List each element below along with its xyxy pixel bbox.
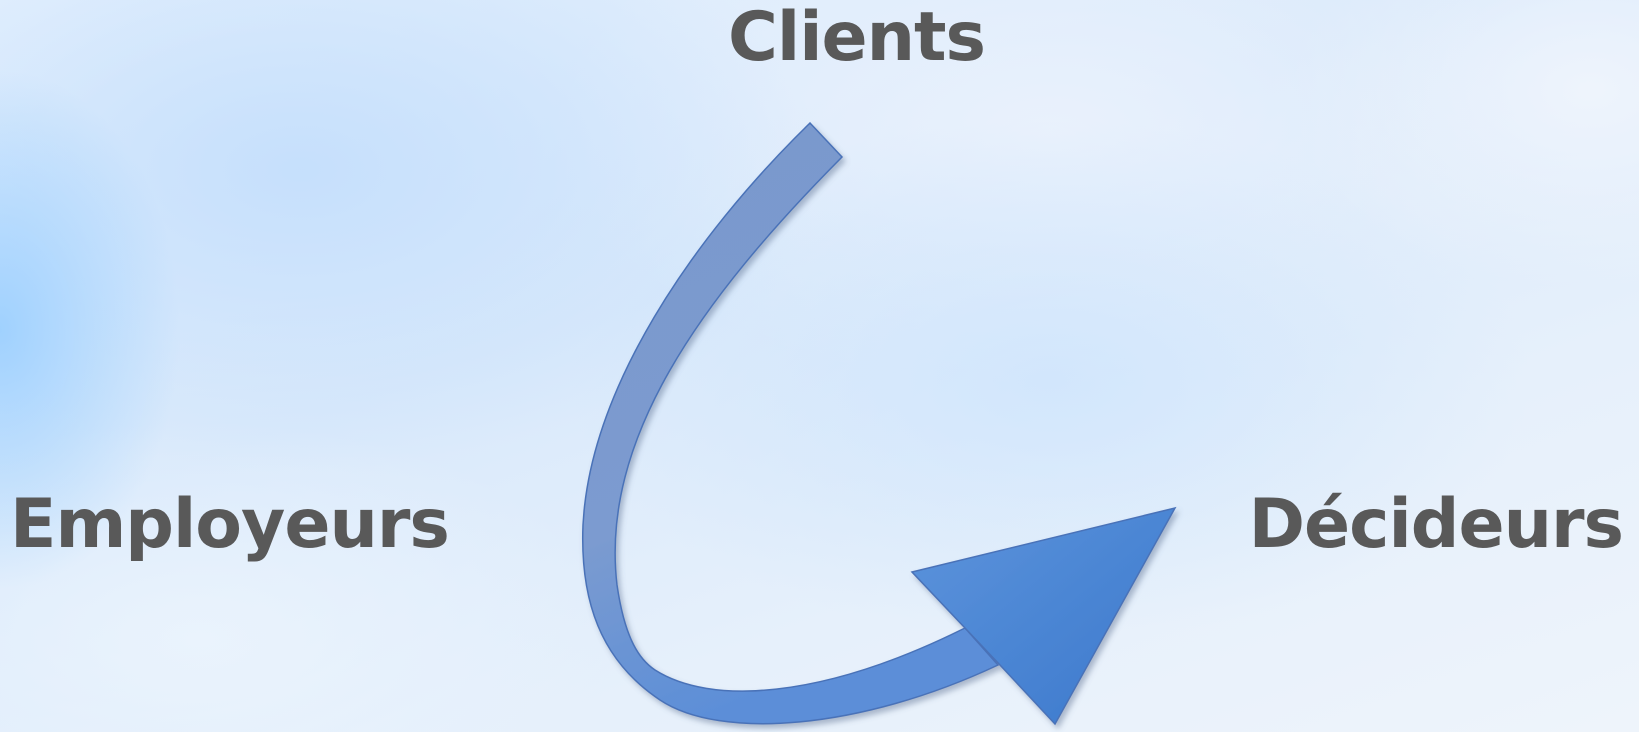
curved-arrow <box>581 121 1177 726</box>
arrow-body <box>581 121 1000 725</box>
arrow-head <box>910 506 1177 726</box>
